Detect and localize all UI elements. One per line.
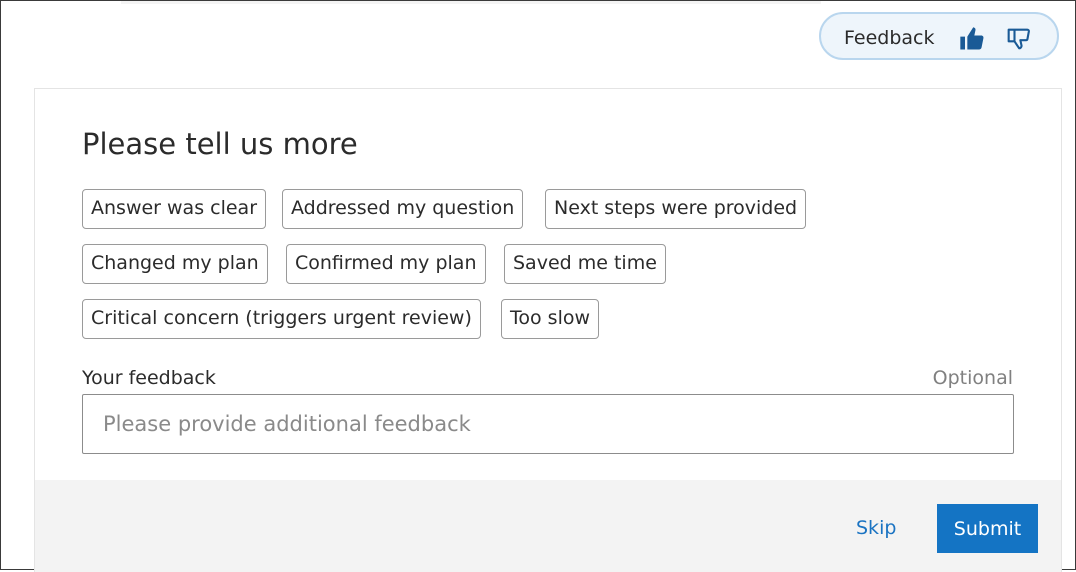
chip-answer-was-clear[interactable]: Answer was clear <box>82 189 267 229</box>
optional-label: Optional <box>932 367 1013 389</box>
card-footer <box>35 480 1061 572</box>
feedback-field-label: Your feedback <box>82 367 216 389</box>
feedback-pill-label: Feedback <box>844 27 935 49</box>
chip-saved-me-time[interactable]: Saved me time <box>504 244 666 284</box>
thumbs-down-icon[interactable] <box>1004 25 1032 53</box>
chip-changed-my-plan[interactable]: Changed my plan <box>82 244 268 284</box>
chip-addressed-my-question[interactable]: Addressed my question <box>282 189 524 229</box>
feedback-card: Please tell us more Answer was clear Add… <box>34 88 1062 572</box>
chip-critical-concern[interactable]: Critical concern (triggers urgent review… <box>82 299 481 339</box>
chip-confirmed-my-plan[interactable]: Confirmed my plan <box>286 244 486 284</box>
thumbs-up-icon[interactable] <box>958 25 986 53</box>
skip-link[interactable]: Skip <box>856 517 896 539</box>
submit-button[interactable]: Submit <box>937 504 1038 553</box>
divider <box>121 1 821 4</box>
feedback-pill: Feedback <box>819 12 1059 60</box>
feedback-input[interactable] <box>82 394 1014 454</box>
chip-too-slow[interactable]: Too slow <box>501 299 600 339</box>
chip-next-steps-provided[interactable]: Next steps were provided <box>545 189 807 229</box>
feedback-screen: Feedback Please tell us more Answer was … <box>0 0 1076 572</box>
panel-title: Please tell us more <box>82 127 358 161</box>
